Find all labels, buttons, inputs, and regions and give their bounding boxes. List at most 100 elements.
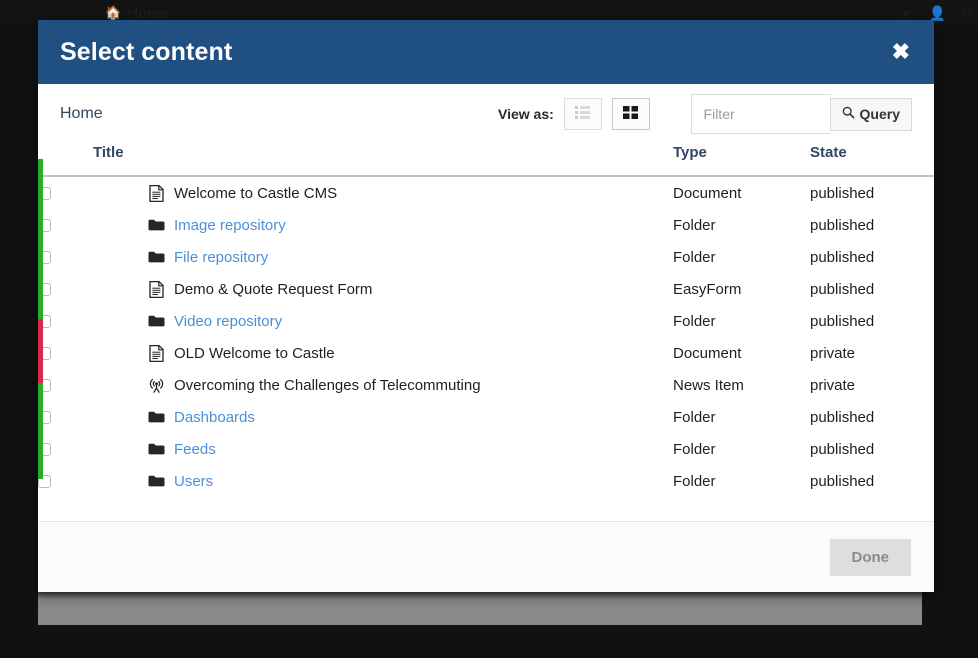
status-stripe-column: [38, 159, 43, 479]
row-title-label: Welcome to Castle CMS: [174, 184, 338, 202]
row-type-label: Document: [673, 344, 742, 362]
row-state-label: published: [810, 248, 875, 266]
row-type-cell: Folder: [673, 465, 810, 497]
row-checkbox-cell: [38, 337, 93, 369]
row-state-label: private: [810, 344, 856, 362]
row-title-label[interactable]: File repository: [174, 249, 268, 266]
row-checkbox-cell: [38, 369, 93, 401]
table-row[interactable]: OLD Welcome to Castle Document private: [38, 337, 934, 369]
breadcrumb[interactable]: Home: [60, 105, 103, 123]
row-state-label: published: [810, 312, 875, 330]
row-type-label: Folder: [673, 440, 716, 458]
column-header-state[interactable]: State: [810, 144, 934, 177]
grid-view-button[interactable]: [611, 98, 650, 130]
row-status-stripe: [38, 447, 43, 479]
row-title-cell: OLD Welcome to Castle: [93, 337, 673, 369]
background-home-label: Home: [127, 4, 169, 22]
row-state-label: published: [810, 472, 875, 490]
document-icon: [148, 184, 165, 202]
row-title-label[interactable]: Feeds: [174, 441, 216, 458]
folder-icon: [148, 218, 165, 232]
modal-header: Select content ✖: [38, 20, 934, 84]
table-row[interactable]: Video repository Folder published: [38, 305, 934, 337]
query-button[interactable]: Query: [829, 97, 912, 131]
row-title-cell: Demo & Quote Request Form: [93, 273, 673, 305]
row-status-stripe: [38, 351, 43, 383]
user-icon[interactable]: 👤: [928, 5, 945, 22]
table-row[interactable]: File repository Folder published: [38, 241, 934, 273]
row-title-label: Overcoming the Challenges of Telecommuti…: [174, 376, 481, 394]
table-row[interactable]: Dashboards Folder published: [38, 401, 934, 433]
background-user-initial: N: [961, 5, 972, 21]
row-type-label: Folder: [673, 472, 716, 490]
row-state-cell: published: [810, 433, 934, 465]
row-title-label: OLD Welcome to Castle: [174, 344, 335, 362]
row-checkbox-cell: [38, 209, 93, 241]
row-status-stripe: [38, 159, 43, 191]
background-home-link[interactable]: 🏠 Home: [105, 5, 169, 22]
folder-icon: [148, 250, 165, 264]
row-checkbox-cell: [38, 176, 93, 209]
table-row[interactable]: Demo & Quote Request Form EasyForm publish…: [38, 273, 934, 305]
background-toolbar-right: ★ 👤 N: [900, 5, 972, 22]
row-type-cell: Folder: [673, 401, 810, 433]
table-header: Title Type State: [38, 144, 934, 177]
row-title-cell: Image repository: [93, 209, 673, 241]
table-row[interactable]: Feeds Folder published: [38, 433, 934, 465]
row-state-cell: published: [810, 305, 934, 337]
row-title-label: Demo & Quote Request Form: [174, 280, 373, 298]
table-row[interactable]: Welcome to Castle CMS Document published: [38, 176, 934, 209]
row-checkbox-cell: [38, 465, 93, 497]
column-header-title[interactable]: Title: [93, 144, 673, 177]
filter-group: Query: [690, 94, 912, 134]
row-checkbox-cell: [38, 433, 93, 465]
broadcast-icon: [148, 377, 165, 394]
table-row[interactable]: Overcoming the Challenges of Telecommuti…: [38, 369, 934, 401]
row-state-label: published: [810, 216, 875, 234]
folder-icon: [148, 442, 165, 456]
row-type-cell: Folder: [673, 433, 810, 465]
content-table-wrapper: Title Type State Welcome to Castle CMS Do…: [38, 144, 934, 521]
row-title-label[interactable]: Video repository: [174, 313, 282, 330]
table-row[interactable]: Image repository Folder published: [38, 209, 934, 241]
row-type-label: Folder: [673, 312, 716, 330]
view-as-label: View as:: [498, 106, 554, 122]
document-icon: [148, 280, 165, 298]
list-view-button[interactable]: [563, 98, 602, 130]
close-icon[interactable]: ✖: [890, 41, 912, 63]
column-header-type[interactable]: Type: [673, 144, 810, 177]
row-status-stripe: [38, 319, 43, 351]
row-status-stripe: [38, 223, 43, 255]
row-title-label[interactable]: Dashboards: [174, 409, 255, 426]
row-title-label[interactable]: Users: [174, 473, 213, 490]
row-state-label: published: [810, 440, 875, 458]
row-state-cell: published: [810, 401, 934, 433]
query-button-label: Query: [859, 106, 900, 122]
view-as-group: View as:: [498, 98, 650, 130]
row-state-cell: published: [810, 465, 934, 497]
background-content-band: [38, 592, 922, 625]
row-type-cell: Document: [673, 337, 810, 369]
row-type-cell: Folder: [673, 241, 810, 273]
star-icon[interactable]: ★: [900, 5, 913, 22]
done-button[interactable]: Done: [829, 538, 911, 576]
row-title-label[interactable]: Image repository: [174, 217, 286, 234]
modal-body: Home View as: Filter Query Title Type St…: [38, 84, 934, 521]
folder-icon: [148, 314, 165, 328]
modal-toolbar: Home View as: Filter Query: [38, 84, 934, 144]
row-state-cell: published: [810, 241, 934, 273]
select-content-modal: Select content ✖ Home View as: Filter Qu…: [38, 20, 934, 592]
folder-icon: [148, 410, 165, 424]
document-icon: [148, 344, 165, 362]
row-type-cell: News Item: [673, 369, 810, 401]
row-status-stripe: [38, 255, 43, 287]
row-type-cell: EasyForm: [673, 273, 810, 305]
search-input[interactable]: [690, 94, 831, 134]
modal-footer: Done: [38, 521, 934, 592]
row-type-label: News Item: [673, 376, 744, 394]
table-row[interactable]: Users Folder published: [38, 465, 934, 497]
table-header-row: Title Type State: [38, 144, 934, 177]
row-checkbox-cell: [38, 241, 93, 273]
row-title-cell: Users: [93, 465, 673, 497]
row-type-label: Folder: [673, 216, 716, 234]
